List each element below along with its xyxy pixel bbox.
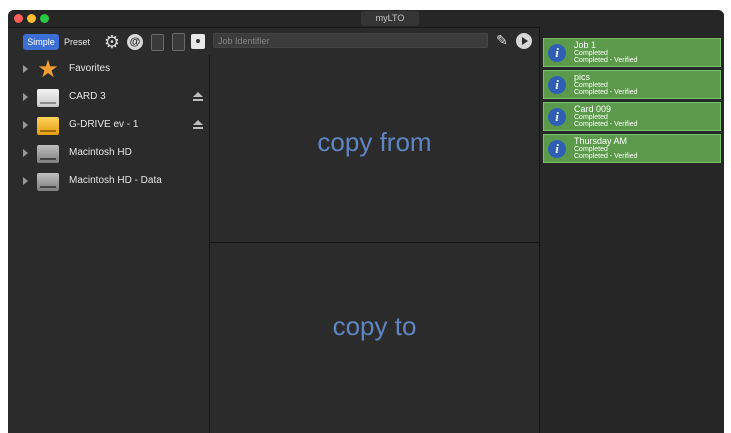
job-name: pics xyxy=(574,72,591,82)
app-window: myLTO Simple Preset ⚙ @ ✎ ★ Favorites CA… xyxy=(8,10,724,433)
window-title: myLTO xyxy=(361,11,419,26)
sidebar-item-card-3[interactable]: CARD 3 xyxy=(8,85,209,111)
copy-to-drop-zone[interactable]: copy to xyxy=(210,243,539,433)
job-card[interactable]: i Card 009 Completed Completed - Verifie… xyxy=(543,102,721,131)
sidebar-item-label: G-DRIVE ev - 1 xyxy=(69,119,139,130)
job-status: Completed xyxy=(574,114,608,121)
eject-icon[interactable] xyxy=(193,120,203,130)
play-icon[interactable] xyxy=(516,33,532,49)
close-window-button[interactable] xyxy=(14,14,23,23)
copy-to-label: copy to xyxy=(332,311,417,341)
jobs-panel: i Job 1 Completed Completed - Verified i… xyxy=(540,27,724,433)
preset-mode-button[interactable]: Preset xyxy=(64,34,94,50)
job-verify-status: Completed - Verified xyxy=(574,153,638,160)
star-icon: ★ xyxy=(37,56,59,83)
hard-disk-icon xyxy=(37,173,59,191)
job-status: Completed xyxy=(574,50,608,57)
info-icon[interactable]: i xyxy=(548,108,566,126)
job-verify-status: Completed - Verified xyxy=(574,89,638,96)
info-icon[interactable]: i xyxy=(548,76,566,94)
hard-disk-icon xyxy=(37,145,59,163)
disclosure-triangle-icon[interactable] xyxy=(23,93,28,101)
sidebar-item-macintosh-hd-data[interactable]: Macintosh HD - Data xyxy=(8,169,209,195)
sidebar-item-label: CARD 3 xyxy=(69,91,106,102)
sidebar: ★ Favorites CARD 3 G-DRIVE ev - 1 Macint… xyxy=(8,57,209,433)
job-card[interactable]: i pics Completed Completed - Verified xyxy=(543,70,721,99)
eject-icon[interactable] xyxy=(193,92,203,102)
zoom-window-button[interactable] xyxy=(40,14,49,23)
document-icon[interactable] xyxy=(172,33,185,51)
job-name: Thursday AM xyxy=(574,136,628,146)
job-verify-status: Completed - Verified xyxy=(574,121,638,128)
sidebar-item-macintosh-hd[interactable]: Macintosh HD xyxy=(8,141,209,167)
disk-icon[interactable] xyxy=(191,34,205,49)
sidebar-item-favorites[interactable]: ★ Favorites xyxy=(8,57,209,83)
gear-icon[interactable]: ⚙ xyxy=(103,33,121,51)
drive-icon xyxy=(37,89,59,107)
job-status: Completed xyxy=(574,146,608,153)
copy-from-drop-zone[interactable]: copy from xyxy=(210,55,539,242)
disclosure-triangle-icon[interactable] xyxy=(23,121,28,129)
job-name: Job 1 xyxy=(574,40,597,50)
job-status: Completed xyxy=(574,82,608,89)
document-icon[interactable] xyxy=(151,34,164,51)
disclosure-triangle-icon[interactable] xyxy=(23,177,28,185)
eraser-icon[interactable]: ✎ xyxy=(494,32,510,48)
disclosure-triangle-icon[interactable] xyxy=(23,65,28,73)
job-card[interactable]: i Job 1 Completed Completed - Verified xyxy=(543,38,721,67)
job-name: Card 009 xyxy=(574,104,612,114)
sidebar-item-label: Favorites xyxy=(69,63,111,74)
sidebar-item-label: Macintosh HD xyxy=(69,147,132,158)
toolbar: Simple Preset ⚙ @ ✎ xyxy=(8,28,540,55)
drive-icon xyxy=(37,117,59,135)
job-identifier-input[interactable] xyxy=(213,33,488,48)
simple-mode-button[interactable]: Simple xyxy=(23,34,59,50)
title-bar: myLTO xyxy=(8,10,724,28)
job-card[interactable]: i Thursday AM Completed Completed - Veri… xyxy=(543,134,721,163)
copy-from-label: copy from xyxy=(317,127,432,157)
sidebar-item-g-drive[interactable]: G-DRIVE ev - 1 xyxy=(8,113,209,139)
info-icon[interactable]: i xyxy=(548,44,566,62)
sidebar-item-label: Macintosh HD - Data xyxy=(69,175,162,186)
disclosure-triangle-icon[interactable] xyxy=(23,149,28,157)
minimize-window-button[interactable] xyxy=(27,14,36,23)
job-verify-status: Completed - Verified xyxy=(574,57,638,64)
at-icon[interactable]: @ xyxy=(127,34,143,50)
info-icon[interactable]: i xyxy=(548,140,566,158)
